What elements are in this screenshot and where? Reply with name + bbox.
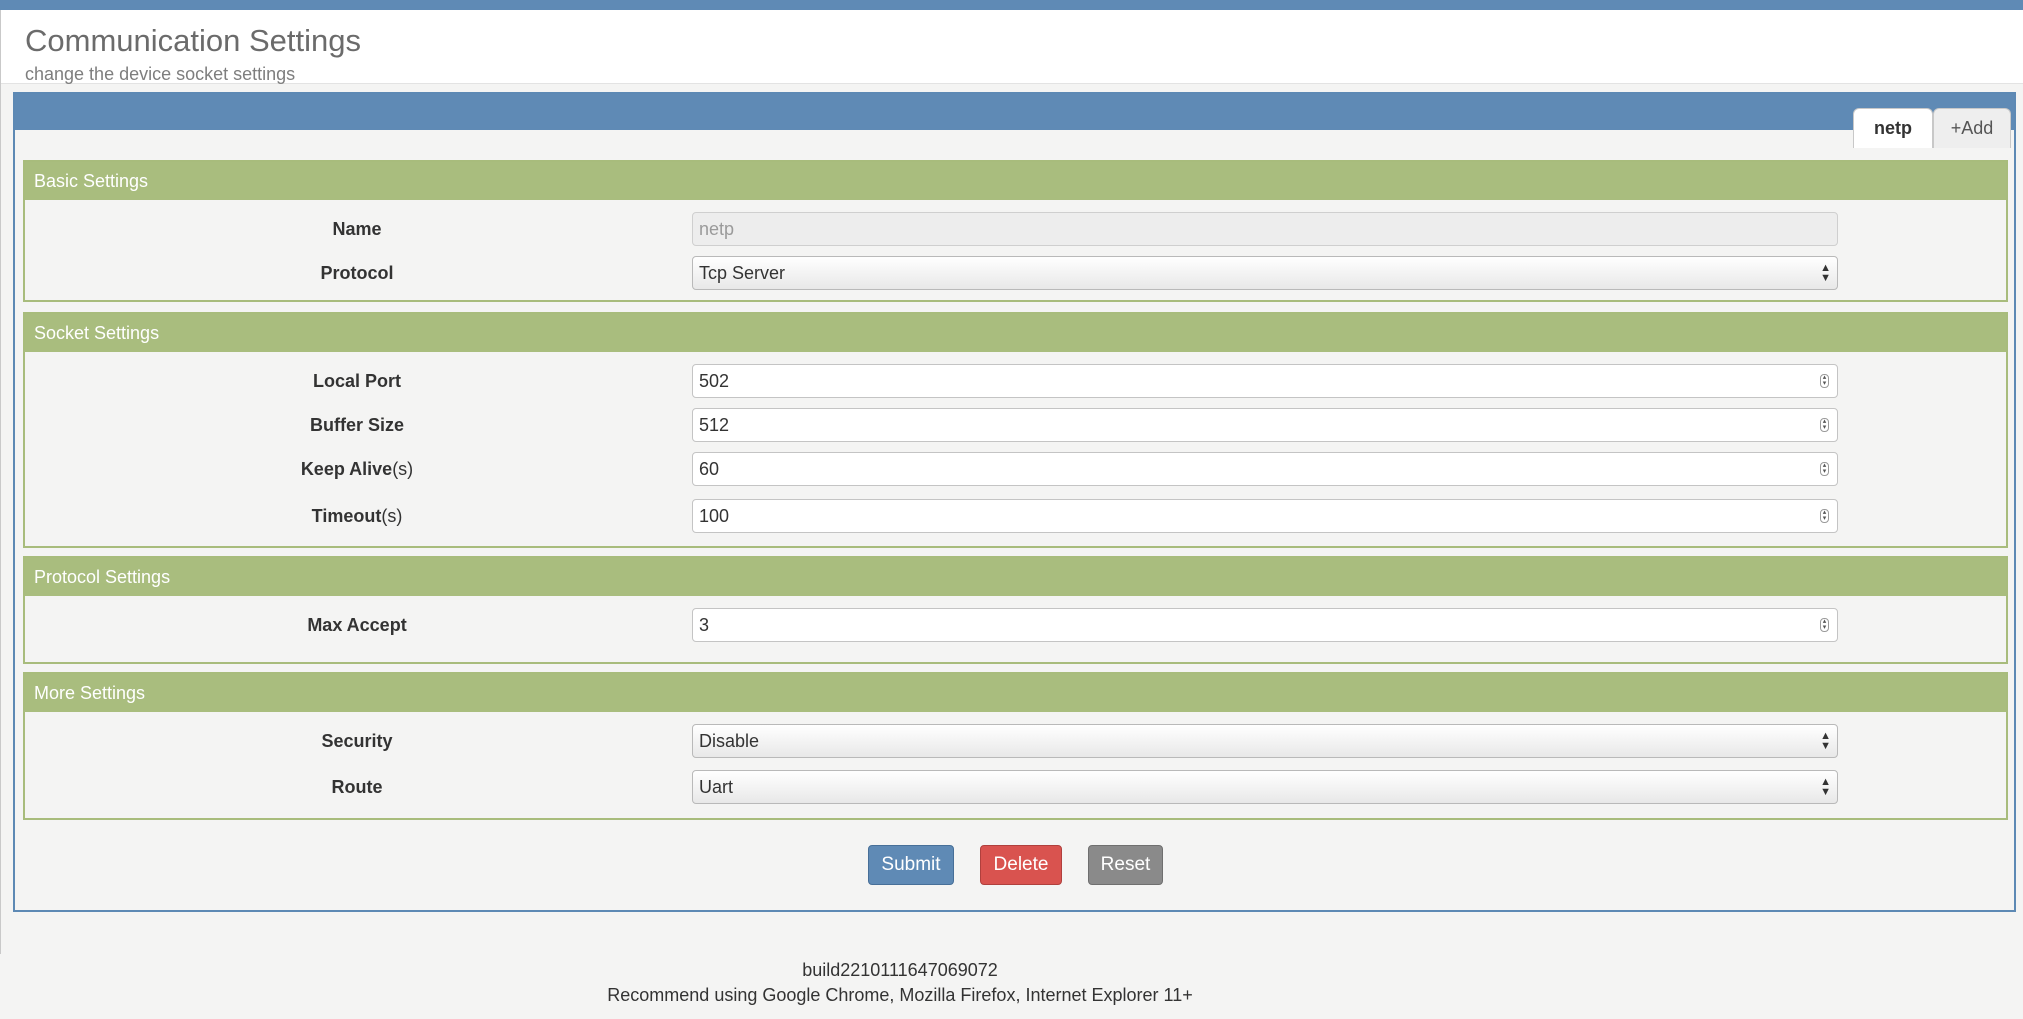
security-select[interactable]: Disable ▲ ▼ [692,724,1838,758]
local-port-value: 502 [699,371,730,391]
page-header: Communication Settings change the device… [0,10,2023,84]
timeout-unit: (s) [381,506,403,526]
submit-button[interactable]: Submit [868,845,954,885]
number-spinner-icon[interactable]: ▴ ▾ [1820,374,1829,388]
protocol-selected-value: Tcp Server [699,263,786,283]
buffer-size-row: Buffer Size 512 ▴ ▾ [25,408,2006,442]
delete-button[interactable]: Delete [980,845,1062,885]
max-accept-label: Max Accept [307,615,407,635]
keep-alive-input[interactable]: 60 ▴ ▾ [692,452,1838,486]
protocol-settings-section: Protocol Settings Max Accept 3 ▴ ▾ [23,556,2008,664]
keep-alive-value: 60 [699,459,720,479]
page-subtitle: change the device socket settings [25,64,296,84]
protocol-row: Protocol Tcp Server ▲ ▼ [25,256,2006,290]
route-row: Route Uart ▲ ▼ [25,770,2006,804]
route-selected-value: Uart [699,777,734,797]
timeout-label-text: Timeout [311,506,382,526]
local-port-input[interactable]: 502 ▴ ▾ [692,364,1838,398]
number-spinner-icon[interactable]: ▴ ▾ [1820,462,1829,476]
select-updown-icon: ▲ ▼ [1820,776,1831,798]
keep-alive-label: Keep Alive(s) [25,452,689,486]
browser-recommendation: Recommend using Google Chrome, Mozilla F… [607,985,1193,1005]
settings-panel: netp +Add Basic Settings Name netp Proto… [13,92,2016,912]
number-spinner-icon[interactable]: ▴ ▾ [1820,618,1829,632]
protocol-label: Protocol [320,263,394,283]
timeout-value: 100 [699,506,730,526]
more-settings-section: More Settings Security Disable ▲ ▼ Route … [23,672,2008,820]
name-row: Name netp [25,212,2006,246]
timeout-row: Timeout(s) 100 ▴ ▾ [25,499,2006,533]
keep-alive-label-text: Keep Alive [300,459,393,479]
number-spinner-icon[interactable]: ▴ ▾ [1820,509,1829,523]
security-label: Security [321,731,393,751]
section-title: More Settings [25,674,2006,712]
buffer-size-value: 512 [699,415,730,435]
socket-settings-section: Socket Settings Local Port 502 ▴ ▾ Buffer… [23,312,2008,548]
timeout-input[interactable]: 100 ▴ ▾ [692,499,1838,533]
timeout-label: Timeout(s) [25,499,689,533]
top-accent-bar [0,0,2023,10]
panel-header [15,94,2014,130]
select-updown-icon: ▲ ▼ [1820,730,1831,752]
reset-button[interactable]: Reset [1088,845,1163,885]
basic-settings-section: Basic Settings Name netp Protocol Tcp Se… [23,160,2008,302]
buffer-size-input[interactable]: 512 ▴ ▾ [692,408,1838,442]
name-input[interactable]: netp [692,212,1838,246]
protocol-select[interactable]: Tcp Server ▲ ▼ [692,256,1838,290]
local-port-row: Local Port 502 ▴ ▾ [25,364,2006,398]
security-selected-value: Disable [699,731,760,751]
add-tab-button[interactable]: +Add [1933,108,2011,148]
security-row: Security Disable ▲ ▼ [25,724,2006,758]
section-title: Protocol Settings [25,558,2006,596]
route-select[interactable]: Uart ▲ ▼ [692,770,1838,804]
build-info: build2210111647069072 [802,960,998,980]
select-updown-icon: ▲ ▼ [1820,262,1831,284]
number-spinner-icon[interactable]: ▴ ▾ [1820,418,1829,432]
max-accept-value: 3 [699,615,710,635]
keep-alive-unit: (s) [392,459,414,479]
tab-netp[interactable]: netp [1853,108,1933,148]
max-accept-row: Max Accept 3 ▴ ▾ [25,608,2006,642]
keep-alive-row: Keep Alive(s) 60 ▴ ▾ [25,452,2006,486]
section-title: Basic Settings [25,162,2006,200]
left-border [0,10,1,954]
buffer-size-label: Buffer Size [309,415,405,435]
page-title: Communication Settings [25,23,361,58]
name-label: Name [332,219,382,239]
local-port-label: Local Port [312,371,401,391]
section-title: Socket Settings [25,314,2006,352]
route-label: Route [331,777,383,797]
max-accept-input[interactable]: 3 ▴ ▾ [692,608,1838,642]
